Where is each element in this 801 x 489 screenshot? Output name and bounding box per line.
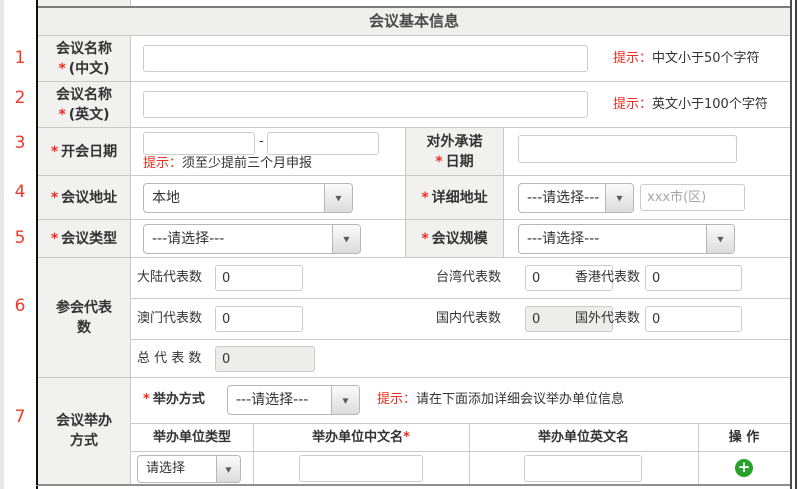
- row-number-6: 6: [8, 296, 32, 316]
- meeting-name-en-label: 会议名称 *(英文): [38, 82, 131, 127]
- meeting-name-cn-label: 会议名称 *(中文): [38, 36, 131, 81]
- hongkong-count-label: 香港代表数: [575, 270, 640, 286]
- org-cn-name-input[interactable]: [299, 455, 423, 482]
- meeting-address-label: *会议地址: [38, 176, 131, 219]
- dropdown-arrow-icon[interactable]: ▼: [216, 456, 240, 482]
- required-asterisk: *: [51, 144, 58, 160]
- meeting-date-hint: 提示：须至少提前三个月申报: [143, 156, 312, 172]
- meeting-name-cn-hint: 提示：中文小于50个字符: [613, 51, 760, 67]
- meeting-type-select[interactable]: ---请选择--- ▼: [143, 224, 361, 254]
- total-count-input: [215, 346, 315, 372]
- row-meeting-name-cn: 会议名称 *(中文) 提示：中文小于50个字符: [38, 36, 790, 82]
- row-number-4: 4: [8, 182, 32, 202]
- org-type-select[interactable]: 请选择 ▼: [137, 455, 241, 483]
- total-count-label: 总 代 表 数: [137, 351, 201, 367]
- divider: [131, 451, 790, 452]
- window-edge-line: [795, 0, 797, 489]
- organizer-table: 举办单位类型 举办单位中文名* 举办单位英文名 操 作 请选择 ▼ +: [131, 423, 790, 484]
- add-icon: +: [738, 458, 751, 476]
- meeting-date-label: *开会日期: [38, 128, 131, 175]
- divider: [131, 298, 790, 299]
- foreign-count-input[interactable]: [645, 306, 742, 332]
- detail-address-select[interactable]: ---请选择--- ▼: [518, 183, 634, 213]
- required-asterisk: *: [51, 190, 58, 206]
- mainland-count-label: 大陆代表数: [137, 270, 202, 286]
- dropdown-arrow-icon[interactable]: ▼: [706, 225, 734, 253]
- row-organizer: 会议举办 方式 *举办方式 ---请选择--- ▼ 提示：请在下面添加详细会议举…: [38, 378, 790, 485]
- date-end-input[interactable]: [267, 132, 379, 155]
- foreign-count-label: 国外代表数: [575, 311, 640, 327]
- meeting-name-cn-input[interactable]: [143, 45, 588, 72]
- mainland-count-input[interactable]: [215, 265, 303, 291]
- meeting-name-en-hint: 提示：英文小于100个字符: [613, 97, 768, 113]
- required-asterisk: *: [403, 430, 410, 445]
- organizer-label: 会议举办 方式: [38, 378, 131, 484]
- delegates-label: 参会代表 数: [38, 258, 131, 377]
- row-number-3: 3: [8, 133, 32, 153]
- col-header-operation: 操 作: [698, 424, 790, 451]
- meeting-scale-label: *会议规模: [405, 220, 504, 257]
- meeting-scale-select[interactable]: ---请选择--- ▼: [518, 224, 735, 254]
- row-meeting-date: *开会日期 - 提示：须至少提前三个月申报 对外承诺 *日期: [38, 128, 790, 176]
- row-number-1: 1: [8, 48, 32, 68]
- row-number-5: 5: [8, 228, 32, 248]
- dropdown-arrow-icon[interactable]: ▼: [324, 184, 352, 212]
- required-asterisk: *: [51, 231, 58, 247]
- section-title: 会议基本信息: [38, 6, 790, 36]
- row-meeting-address: *会议地址 本地 ▼ *详细地址 ---请选择--- ▼: [38, 176, 790, 220]
- divider: [131, 339, 790, 340]
- domestic-count-label: 国内代表数: [436, 311, 501, 327]
- col-header-org-en: 举办单位英文名: [469, 424, 698, 451]
- promise-date-label: 对外承诺 *日期: [405, 128, 504, 175]
- method-select[interactable]: ---请选择--- ▼: [227, 385, 360, 415]
- required-asterisk: *: [435, 154, 442, 170]
- form-panel: 会议基本信息 会议名称 *(中文) 提示：中文小于50个字符 会议名称 *(英文…: [36, 0, 790, 489]
- row-number-7: 7: [8, 407, 32, 427]
- required-asterisk: *: [143, 392, 150, 407]
- dropdown-arrow-icon[interactable]: ▼: [605, 184, 633, 212]
- organizer-hint: 提示：请在下面添加详细会议举办单位信息: [377, 392, 624, 408]
- required-asterisk: *: [58, 61, 65, 77]
- meeting-address-select[interactable]: 本地 ▼: [143, 183, 353, 213]
- macau-count-input[interactable]: [215, 306, 303, 332]
- date-start-input[interactable]: [143, 132, 255, 155]
- right-border-line: [790, 0, 792, 489]
- meeting-basic-info-form: 1 2 3 4 5 6 7 会议基本信息 会议名称 *(中文) 提示：中文小于5…: [0, 0, 801, 489]
- row-delegates: 参会代表 数 大陆代表数 台湾代表数 香港代表数 澳门代表数 国内代表数 国外代…: [38, 258, 790, 378]
- macau-count-label: 澳门代表数: [137, 311, 202, 327]
- detail-address-label: *详细地址: [405, 176, 504, 219]
- required-asterisk: *: [58, 107, 65, 123]
- meeting-type-label: *会议类型: [38, 220, 131, 257]
- add-organizer-button[interactable]: +: [735, 459, 753, 477]
- hongkong-count-input[interactable]: [645, 265, 742, 291]
- city-input[interactable]: [640, 184, 745, 211]
- dropdown-arrow-icon[interactable]: ▼: [332, 225, 360, 253]
- taiwan-count-label: 台湾代表数: [436, 270, 501, 286]
- col-header-org-type: 举办单位类型: [131, 424, 253, 451]
- required-asterisk: *: [421, 190, 428, 206]
- meeting-name-en-input[interactable]: [143, 91, 588, 118]
- row-meeting-type: *会议类型 ---请选择--- ▼ *会议规模 ---请选择--- ▼: [38, 220, 790, 258]
- org-en-name-input[interactable]: [524, 455, 642, 482]
- row-meeting-name-en: 会议名称 *(英文) 提示：英文小于100个字符: [38, 82, 790, 128]
- method-label: *举办方式: [143, 391, 205, 409]
- promise-date-input[interactable]: [518, 135, 737, 163]
- dropdown-arrow-icon[interactable]: ▼: [331, 386, 359, 414]
- left-edge: [0, 0, 4, 489]
- panel-bottom-border: [36, 485, 792, 486]
- required-asterisk: *: [421, 231, 428, 247]
- row-number-2: 2: [8, 88, 32, 108]
- col-header-org-cn: 举办单位中文名*: [253, 424, 469, 451]
- date-range-dash: -: [259, 134, 264, 150]
